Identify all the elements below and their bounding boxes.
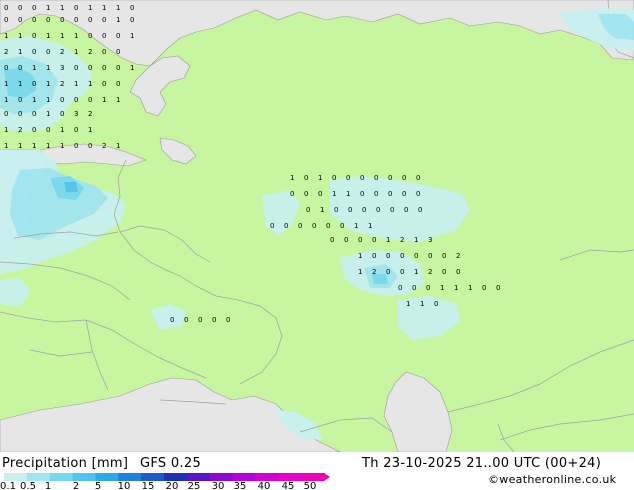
legend-tick-label: 0.1 [0, 481, 16, 490]
legend-tick-label: 40 [257, 481, 271, 490]
map-view: { "footer": { "variable_label": "Precipi… [0, 0, 634, 490]
legend-tick-label: 15 [141, 481, 155, 490]
legend-tick-label: 2 [72, 481, 80, 490]
legend-tick-label: 0.5 [20, 481, 36, 490]
legend-tick-label: 50 [303, 481, 317, 490]
legend-ticks: 0.1 0.5 1 2 5 10 15 20 25 30 35 40 45 50 [0, 0, 634, 490]
legend-tick-label: 25 [187, 481, 201, 490]
copyright-link[interactable]: ©weatheronline.co.uk [488, 473, 616, 486]
legend-tick-label: 45 [281, 481, 295, 490]
legend-tick-label: 30 [211, 481, 225, 490]
legend-tick-label: 1 [44, 481, 52, 490]
legend-tick-label: 20 [165, 481, 179, 490]
legend-tick-label: 5 [94, 481, 102, 490]
legend-tick-label: 35 [233, 481, 247, 490]
legend-tick-label: 10 [117, 481, 131, 490]
